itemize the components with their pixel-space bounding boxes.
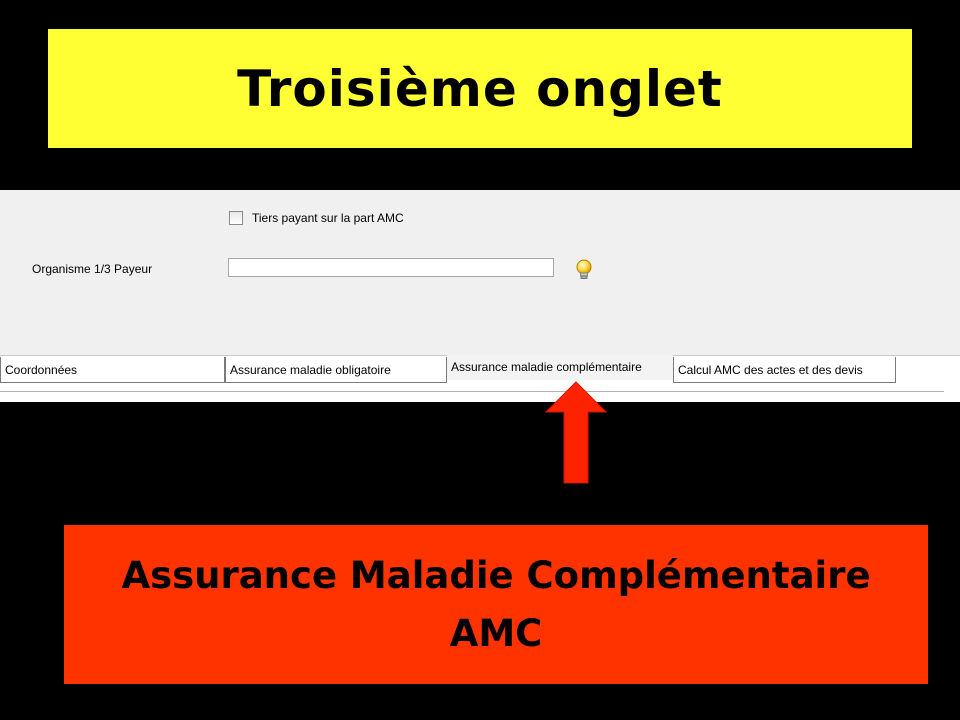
app-screenshot: Tiers payant sur la part AMC Organisme 1…: [0, 190, 960, 402]
caption-line-2: AMC: [449, 611, 543, 655]
tab-content-edge: [0, 391, 944, 400]
tab-assurance-obligatoire[interactable]: Assurance maladie obligatoire: [225, 357, 447, 383]
tab-calcul-amc[interactable]: Calcul AMC des actes et des devis: [673, 357, 896, 383]
tab-assurance-complementaire[interactable]: Assurance maladie complémentaire: [447, 355, 673, 380]
tiers-payant-label: Tiers payant sur la part AMC: [252, 211, 404, 225]
organisme-label: Organisme 1/3 Payeur: [32, 262, 153, 276]
lightbulb-icon[interactable]: [575, 259, 593, 281]
caption-line-1: Assurance Maladie Complémentaire: [121, 553, 871, 597]
tab-bar: Coordonnées Assurance maladie obligatoir…: [0, 355, 960, 385]
slide: Troisième onglet Tiers payant sur la par…: [0, 0, 960, 720]
tiers-payant-row[interactable]: Tiers payant sur la part AMC: [229, 211, 404, 225]
slide-title: Troisième onglet: [237, 59, 723, 118]
arrow-up-icon: [544, 381, 608, 484]
title-banner: Troisième onglet: [48, 29, 912, 148]
caption-banner: Assurance Maladie Complémentaire AMC: [64, 525, 928, 684]
amc-form-panel: Tiers payant sur la part AMC Organisme 1…: [0, 190, 960, 356]
tab-coordonnees[interactable]: Coordonnées: [0, 357, 225, 383]
tiers-payant-checkbox[interactable]: [229, 211, 243, 225]
organisme-field[interactable]: [228, 258, 554, 277]
